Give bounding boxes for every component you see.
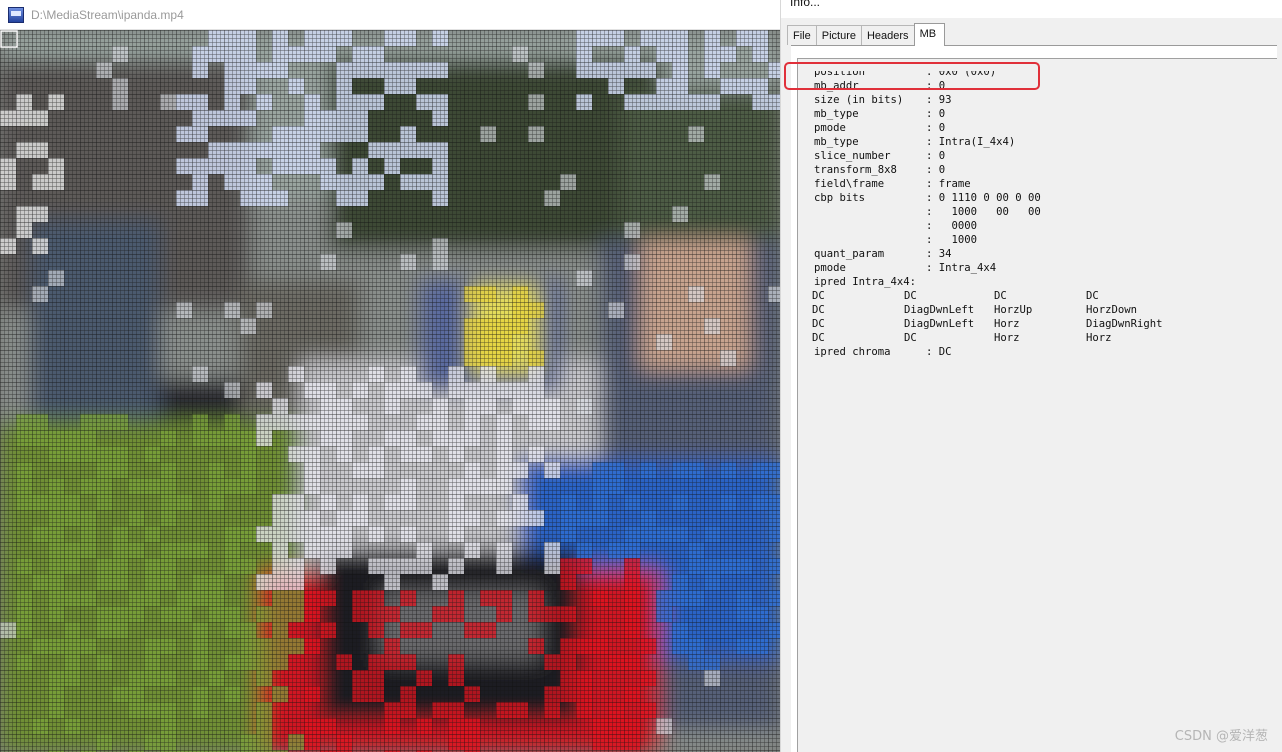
mb-field-key: pmode (814, 262, 846, 274)
ipred-cell: Horz (994, 332, 1020, 344)
mb-field-value: : 0x0 (0x0) (926, 71, 997, 78)
macroblock-overlay-canvas[interactable] (0, 30, 780, 752)
video-frame[interactable] (0, 30, 780, 752)
mb-field-value: : 1000 00 00 (926, 206, 1041, 218)
ipred-cell: DC (904, 290, 917, 302)
ipred-cell: DC (1086, 290, 1099, 302)
mb-field-key: cbp bits (814, 192, 866, 204)
app-window-icon (8, 6, 24, 23)
mb-field-key: size (in bits) (814, 94, 904, 106)
ipred-cell: HorzUp (994, 304, 1033, 316)
ipred-cell: HorzDown (1086, 304, 1138, 316)
mb-field-key: mb_type (814, 136, 859, 148)
mb-field-key: quant_param (814, 248, 885, 260)
mb-field-value: : 0 (926, 108, 946, 120)
video-window: D:\MediaStream\ipanda.mp4 (0, 0, 780, 752)
mb-field-value: : 0000 (926, 220, 978, 232)
info-panel: Info... File Picture Headers MB position… (780, 0, 1282, 752)
ipred-cell: DiagDwnLeft (904, 304, 975, 316)
ipred-cell: DiagDwnRight (1086, 318, 1163, 330)
mb-field-value: : frame (926, 178, 971, 190)
ipred-cell: DC (904, 332, 917, 344)
ipred-cell: DC (812, 332, 825, 344)
tab-mb[interactable]: MB (913, 23, 946, 46)
ipred-cell: Horz (994, 318, 1020, 330)
watermark: CSDN @爱洋葱 (1174, 729, 1268, 744)
mb-field-key: position (814, 71, 866, 78)
macroblock-grid (0, 30, 780, 752)
mb-field-key: transform_8x8 (814, 164, 897, 176)
mb-field-value: : Intra_4x4 (926, 262, 997, 274)
tab-headers[interactable]: Headers (860, 25, 915, 45)
mb-info-lines: position : 0x0 (0x0) mb_addr : 0 size (in bi… (806, 71, 1277, 752)
tab-picture[interactable]: Picture (815, 25, 862, 45)
mb-info-textbox[interactable]: position : 0x0 (0x0) mb_addr : 0 size (in bi… (797, 58, 1277, 752)
video-title: D:\MediaStream\ipanda.mp4 (31, 7, 184, 22)
mb-field-value: : 0 (926, 150, 946, 162)
ipred-cell: DiagDwnLeft (904, 318, 975, 330)
mb-field-value: : 34 (926, 248, 952, 260)
mb-field-key: field\frame (814, 178, 885, 190)
tab-file[interactable]: File (787, 25, 817, 45)
tab-strip: File Picture Headers MB (787, 23, 946, 46)
ipred-cell: DC (812, 304, 825, 316)
mb-tab-page: position : 0x0 (0x0) mb_addr : 0 size (in bi… (791, 45, 1277, 752)
mb-field-value: : 0 (926, 164, 946, 176)
mb-field-key: ipred chroma (814, 346, 891, 358)
mb-field-key: mb_addr (814, 80, 859, 92)
ipred-cell: DC (812, 318, 825, 330)
mb-field-value: : DC (926, 346, 952, 358)
mb-field-value: : 0 (926, 122, 946, 134)
ipred-cell: DC (812, 290, 825, 302)
mb-field-key: ipred Intra_4x4: (814, 276, 917, 288)
video-titlebar: D:\MediaStream\ipanda.mp4 (0, 0, 780, 30)
mb-field-key: slice_number (814, 150, 891, 162)
ipred-cell: DC (994, 290, 1007, 302)
info-titlebar: Info... (781, 0, 1282, 18)
mb-field-key: mb_type (814, 108, 859, 120)
info-title: Info... (790, 0, 821, 9)
mb-field-value: : 1000 (926, 234, 978, 246)
mb-field-value: : 0 1110 0 00 0 00 (926, 192, 1041, 204)
ipred-cell: Horz (1086, 332, 1112, 344)
mb-field-value: : 93 (926, 94, 952, 106)
mb-field-value: : 0 (926, 80, 946, 92)
mb-field-value: : Intra(I_4x4) (926, 136, 1016, 148)
mb-field-key: pmode (814, 122, 846, 134)
